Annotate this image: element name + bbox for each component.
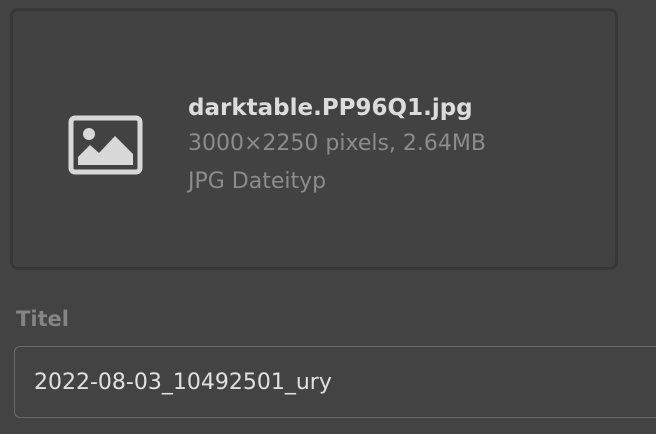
file-type: JPG Dateityp bbox=[188, 169, 327, 194]
image-icon bbox=[68, 115, 143, 175]
file-preview-card: darktable.PP96Q1.jpg 3000×2250 pixels, 2… bbox=[10, 8, 618, 270]
title-label: Titel bbox=[16, 307, 70, 331]
file-details-panel: darktable.PP96Q1.jpg 3000×2250 pixels, 2… bbox=[0, 0, 656, 434]
file-name: darktable.PP96Q1.jpg bbox=[188, 95, 473, 121]
title-input[interactable] bbox=[14, 346, 656, 418]
file-info: darktable.PP96Q1.jpg 3000×2250 pixels, 2… bbox=[188, 91, 486, 201]
file-dimensions-size: 3000×2250 pixels, 2.64MB bbox=[188, 131, 486, 156]
